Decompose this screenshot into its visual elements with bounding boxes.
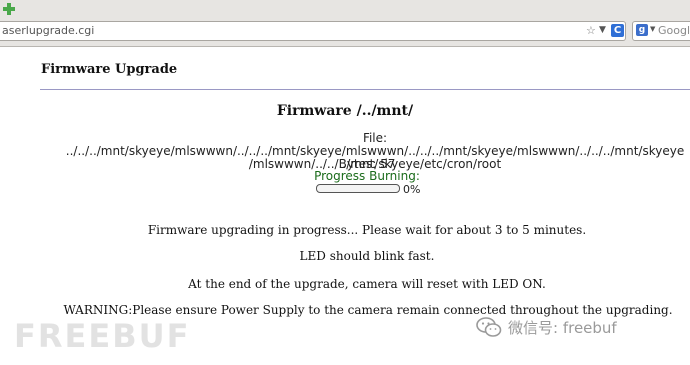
firmware-heading: Firmware /../mnt/ (276, 103, 414, 119)
wechat-watermark: 微信号: freebuf (476, 316, 617, 338)
bookmark-star-icon[interactable]: ☆ (586, 24, 596, 37)
warning-message: WARNING:Please ensure Power Supply to th… (63, 303, 673, 317)
wechat-id-text: 微信号: freebuf (508, 318, 617, 337)
status-message-wait: Firmware upgrading in progress... Please… (147, 223, 587, 237)
freebuf-watermark: FREEBUF (14, 317, 191, 355)
search-engine-dropdown-icon[interactable]: ▼ (650, 25, 655, 33)
reload-icon[interactable]: C (611, 24, 624, 37)
address-text: aserlupgrade.cgi (2, 24, 95, 37)
address-bar[interactable]: aserlupgrade.cgi ☆ ▼ C (0, 21, 626, 41)
browser-toolbar: aserlupgrade.cgi ☆ ▼ C g ▼ Google (0, 0, 690, 47)
divider (40, 89, 690, 90)
page-title: Firmware Upgrade (41, 62, 178, 77)
progress-bar (316, 184, 400, 193)
status-message-reset: At the end of the upgrade, camera will r… (188, 277, 546, 291)
search-box[interactable]: g ▼ Google (632, 21, 690, 41)
progress-percent: 0% (403, 183, 421, 196)
search-input[interactable]: Google (658, 24, 690, 37)
add-tab-icon[interactable] (0, 0, 18, 18)
dropdown-arrow-icon[interactable]: ▼ (599, 25, 606, 35)
wechat-icon (476, 317, 502, 337)
status-message-led: LED should blink fast. (299, 249, 435, 263)
progress-label: Progress Burning: (314, 169, 420, 183)
search-engine-icon[interactable]: g (636, 24, 648, 36)
